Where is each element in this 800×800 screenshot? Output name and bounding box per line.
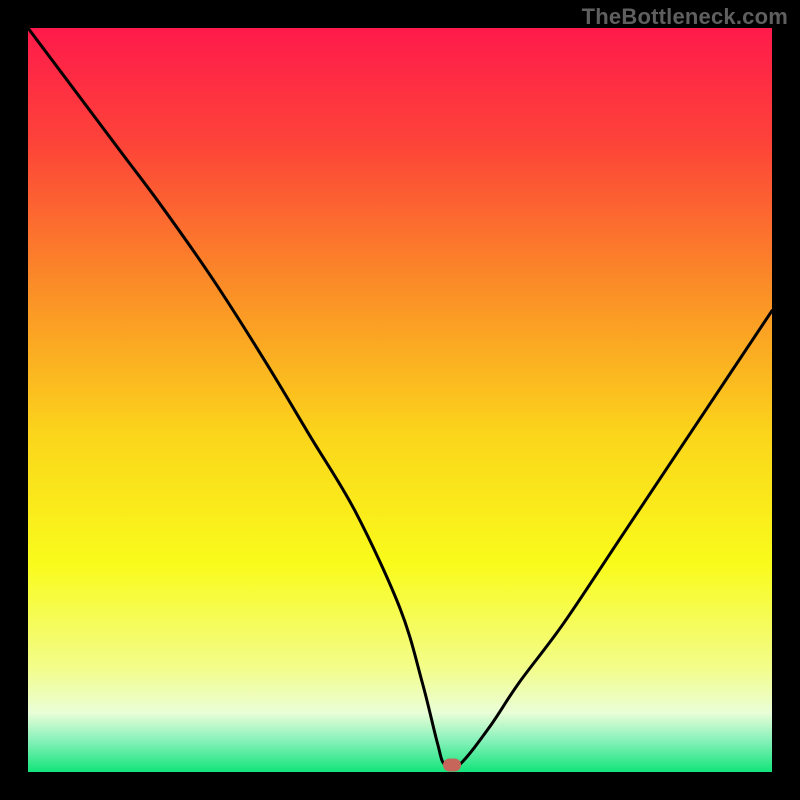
- plot-svg: [28, 28, 772, 772]
- optimal-point-marker: [443, 758, 461, 771]
- watermark-text: TheBottleneck.com: [582, 4, 788, 30]
- gradient-background: [28, 28, 772, 772]
- chart-frame: TheBottleneck.com: [0, 0, 800, 800]
- plot-viewport: [28, 28, 772, 772]
